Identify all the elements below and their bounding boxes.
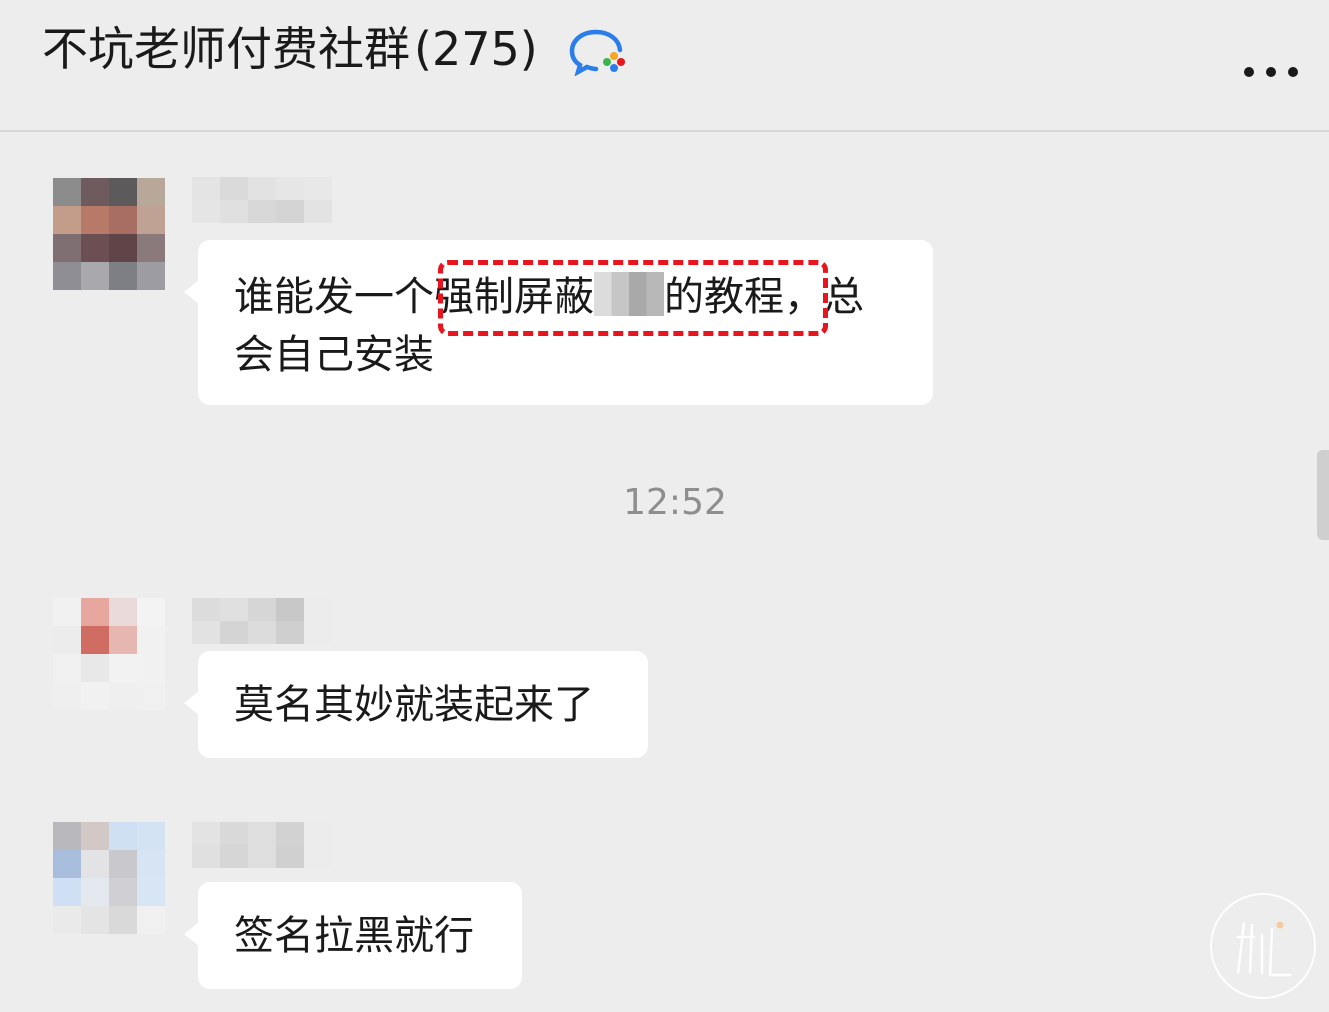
highlighted-text: 强制屏蔽 [434,274,594,320]
avatar[interactable] [53,178,165,290]
message-bubble[interactable]: 签名拉黑就行 [184,882,522,989]
highlighted-text-end: 的教程 [664,274,784,320]
sender-nickname [192,177,332,223]
more-options-button[interactable] [1236,52,1306,92]
group-name: 不坑老师付费社群 [42,22,410,76]
member-count: (275) [414,22,538,76]
chat-bubble-logo-icon [569,29,625,76]
sender-nickname [192,822,332,868]
avatar[interactable] [53,598,165,710]
group-title[interactable]: 不坑老师付费社群(275) [42,18,538,80]
more-dots-icon [1244,67,1254,77]
more-dot [1288,67,1298,77]
message-text: 莫名其妙就装起来了 [234,682,594,728]
message-bubble[interactable]: 莫名其妙就装起来了 [184,651,648,758]
scrollbar-thumb[interactable] [1317,450,1329,540]
watermark-logo [1210,893,1316,999]
avatar[interactable] [53,822,165,934]
message-timestamp: 12:52 [623,482,727,523]
message-text: 签名拉黑就行 [234,913,474,959]
redacted-text [594,272,664,316]
sender-nickname [192,598,332,644]
message-text: 谁能发一个 [234,274,434,320]
message-bubble[interactable]: 谁能发一个强制屏蔽 的教程，总会自己安装 [184,240,933,405]
more-dot [1266,67,1276,77]
watermark-icon [1236,921,1292,977]
chat-header: 不坑老师付费社群(275) [0,0,1329,132]
